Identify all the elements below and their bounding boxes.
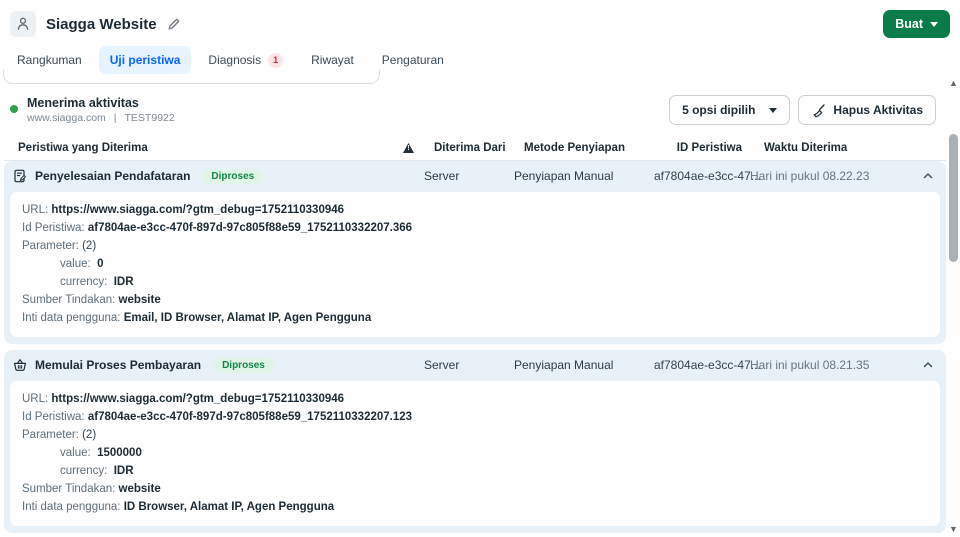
diagnosis-count-badge: 1 bbox=[268, 52, 284, 68]
person-icon bbox=[17, 17, 29, 30]
setup-method-cell: Penyiapan Manual bbox=[514, 169, 614, 183]
detail-parameter: Parameter: (2) bbox=[22, 429, 97, 441]
vertical-scrollbar[interactable]: ▲ ▼ bbox=[947, 74, 960, 537]
detail-action-source: Sumber Tindakan: website bbox=[22, 483, 161, 495]
detail-currency: currency: IDR bbox=[60, 276, 134, 288]
column-header: ID Peristiwa bbox=[676, 142, 742, 154]
column-header: Waktu Diterima bbox=[764, 142, 848, 154]
received-time-cell: Hari ini pukul 08.22.23 bbox=[750, 169, 870, 183]
options-dropdown-label: 5 opsi dipilih bbox=[682, 103, 756, 117]
registration-form-icon bbox=[13, 169, 27, 183]
events-manager-app: Siagga Website Buat Rangkuman Uji perist… bbox=[0, 0, 960, 537]
event-card: Penyelesaian Pendafataran Diproses Serve… bbox=[4, 161, 946, 344]
detail-event-id: Id Peristiwa: af7804ae-e3cc-470f-897d-97… bbox=[22, 222, 413, 234]
page-header: Siagga Website Buat bbox=[0, 0, 960, 38]
received-from-cell: Server bbox=[424, 169, 460, 183]
detail-event-id: Id Peristiwa: af7804ae-e3cc-470f-897d-97… bbox=[22, 411, 413, 423]
chevron-up-icon bbox=[923, 173, 933, 179]
page-title: Siagga Website bbox=[46, 15, 157, 33]
tab-label: Riwayat bbox=[311, 53, 354, 67]
received-from-cell: Server bbox=[424, 358, 460, 372]
processed-badge: Diproses bbox=[202, 168, 264, 184]
event-name: Penyelesaian Pendafataran bbox=[35, 169, 191, 183]
detail-user-data: Inti data pengguna: Email, ID Browser, A… bbox=[22, 312, 372, 324]
collapse-chevron[interactable] bbox=[910, 170, 946, 182]
previous-card-edge bbox=[3, 70, 380, 84]
warning-icon[interactable]: ! bbox=[403, 143, 414, 153]
status-subtitle: www.siagga.com | TEST9922 bbox=[27, 112, 175, 124]
tab-pengaturan[interactable]: Pengaturan bbox=[371, 46, 455, 74]
dataset-icon bbox=[10, 11, 36, 37]
detail-parameter: Parameter: (2) bbox=[22, 240, 97, 252]
column-header: Metode Penyiapan bbox=[524, 142, 625, 154]
create-button[interactable]: Buat bbox=[883, 10, 950, 38]
detail-url: URL: https://www.siagga.com/?gtm_debug=1… bbox=[22, 204, 345, 216]
tab-label: Rangkuman bbox=[17, 53, 82, 67]
event-id-cell: af7804ae-e3cc-47... bbox=[654, 169, 761, 183]
received-time-cell: Hari ini pukul 08.21.35 bbox=[750, 358, 870, 372]
test-events-panel: Menerima aktivitas www.siagga.com | TEST… bbox=[0, 70, 960, 537]
event-card: Memulai Proses Pembayaran Diproses Serve… bbox=[4, 350, 946, 533]
chevron-down-icon bbox=[930, 21, 938, 27]
status-domain: www.siagga.com bbox=[27, 112, 106, 124]
active-status-dot bbox=[10, 105, 18, 113]
detail-url: URL: https://www.siagga.com/?gtm_debug=1… bbox=[22, 393, 345, 405]
detail-currency: currency: IDR bbox=[60, 465, 134, 477]
event-row[interactable]: Penyelesaian Pendafataran Diproses Serve… bbox=[4, 161, 946, 191]
status-title: Menerima aktivitas bbox=[27, 96, 139, 110]
basket-icon bbox=[13, 358, 27, 372]
detail-value: value: 1500000 bbox=[60, 447, 142, 459]
event-name: Memulai Proses Pembayaran bbox=[35, 358, 202, 372]
edit-title-icon[interactable] bbox=[167, 17, 181, 31]
scroll-down-arrow[interactable]: ▼ bbox=[947, 524, 960, 534]
options-selected-dropdown[interactable]: 5 opsi dipilih bbox=[669, 95, 791, 125]
event-detail-panel: URL: https://www.siagga.com/?gtm_debug=1… bbox=[10, 381, 940, 526]
detail-user-data: Inti data pengguna: ID Browser, Alamat I… bbox=[22, 501, 335, 513]
chevron-down-icon bbox=[769, 107, 778, 113]
setup-method-cell: Penyiapan Manual bbox=[514, 358, 614, 372]
event-detail-panel: URL: https://www.siagga.com/?gtm_debug=1… bbox=[10, 192, 940, 337]
event-row[interactable]: Memulai Proses Pembayaran Diproses Serve… bbox=[4, 350, 946, 380]
separator: | bbox=[113, 112, 117, 124]
detail-value: value: 0 bbox=[60, 258, 104, 270]
processed-badge: Diproses bbox=[213, 357, 274, 373]
clear-activity-button[interactable]: Hapus Aktivitas bbox=[798, 95, 936, 125]
scroll-up-arrow[interactable]: ▲ bbox=[947, 78, 960, 88]
tab-label: Diagnosis bbox=[208, 53, 262, 67]
detail-action-source: Sumber Tindakan: website bbox=[22, 294, 161, 306]
chevron-up-icon bbox=[923, 362, 933, 368]
create-button-label: Buat bbox=[895, 17, 923, 31]
test-event-code: TEST9922 bbox=[124, 112, 175, 124]
column-header: Diterima Dari bbox=[434, 142, 506, 154]
collapse-chevron[interactable] bbox=[910, 359, 946, 371]
clear-activity-label: Hapus Aktivitas bbox=[833, 103, 923, 117]
column-header: Peristiwa yang Diterima bbox=[18, 142, 148, 154]
broom-icon bbox=[814, 103, 826, 117]
tab-label: Pengaturan bbox=[381, 53, 444, 67]
event-id-cell: af7804ae-e3cc-47... bbox=[654, 358, 761, 372]
table-header-row: Peristiwa yang Diterima ! Diterima Dari … bbox=[4, 136, 946, 161]
scrollbar-thumb[interactable] bbox=[949, 134, 958, 262]
tab-label: Uji peristiwa bbox=[109, 53, 181, 67]
activity-status-row: Menerima aktivitas www.siagga.com | TEST… bbox=[10, 94, 936, 126]
